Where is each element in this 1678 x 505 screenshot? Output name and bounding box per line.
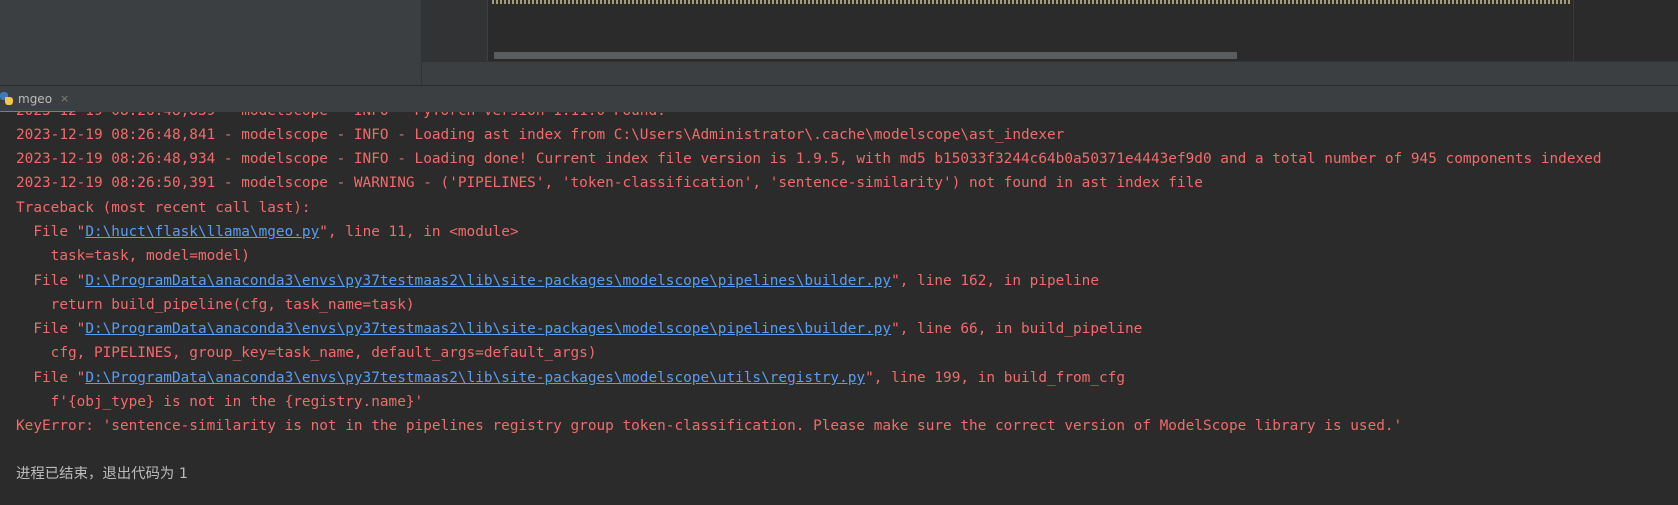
close-icon[interactable]: × [60,92,69,105]
traceback-frame: File "D:\ProgramData\anaconda3\envs\py37… [16,268,1099,294]
traceback-frame: File "D:\ProgramData\anaconda3\envs\py37… [16,365,1125,391]
error-message: KeyError: 'sentence-similarity is not in… [16,418,1403,434]
horizontal-scrollbar[interactable] [494,52,1237,59]
traceback-code: f'{obj_type} is not in the {registry.nam… [16,394,424,410]
run-tab-label: mgeo [18,91,53,106]
frame-prefix: File " [16,321,86,337]
console-line: 2023-12-19 08:26:48,841 - modelscope - I… [16,127,1065,143]
frame-prefix: File " [16,224,86,240]
traceback-header: Traceback (most recent call last): [16,200,311,216]
file-link[interactable]: D:\ProgramData\anaconda3\envs\py37testma… [85,273,891,289]
frame-prefix: File " [16,273,86,289]
frame-suffix: ", line 162, in pipeline [891,273,1099,289]
run-tab-bar: mgeo × [0,85,1678,114]
console-line: 2023-12-19 08:26:50,391 - modelscope - W… [16,175,1203,191]
file-link[interactable]: D:\ProgramData\anaconda3\envs\py37testma… [85,370,865,386]
file-link[interactable]: D:\ProgramData\anaconda3\envs\py37testma… [85,321,891,337]
exit-message: 进程已结束，退出代码为 1 [16,466,189,482]
run-tab-mgeo[interactable]: mgeo × [0,86,76,113]
frame-suffix: ", line 66, in build_pipeline [891,321,1143,337]
editor-footer [422,61,1678,86]
console-line: 2023-12-19 08:26:48,934 - modelscope - I… [16,151,1602,167]
traceback-frame: File "D:\ProgramData\anaconda3\envs\py37… [16,316,1142,342]
frame-prefix: File " [16,370,86,386]
warning-underline [492,0,1572,4]
traceback-code: return build_pipeline(cfg, task_name=tas… [16,297,415,313]
python-icon [0,91,14,106]
run-console[interactable]: 2023-12-19 08:26:48,839 - modelscope - I… [0,112,1678,505]
editor-area [0,0,1678,86]
traceback-code: task=task, model=model) [16,248,250,264]
editor-gutter [422,0,488,61]
traceback-frame: File "D:\huct\flask\llama\mgeo.py", line… [16,219,519,245]
editor-right-gutter [1573,0,1678,61]
frame-suffix: ", line 199, in build_from_cfg [865,370,1125,386]
file-link[interactable]: D:\huct\flask\llama\mgeo.py [85,224,319,240]
project-panel[interactable] [0,0,422,85]
code-editor[interactable] [488,0,1573,61]
frame-suffix: ", line 11, in <module> [319,224,519,240]
traceback-code: cfg, PIPELINES, group_key=task_name, def… [16,345,597,361]
